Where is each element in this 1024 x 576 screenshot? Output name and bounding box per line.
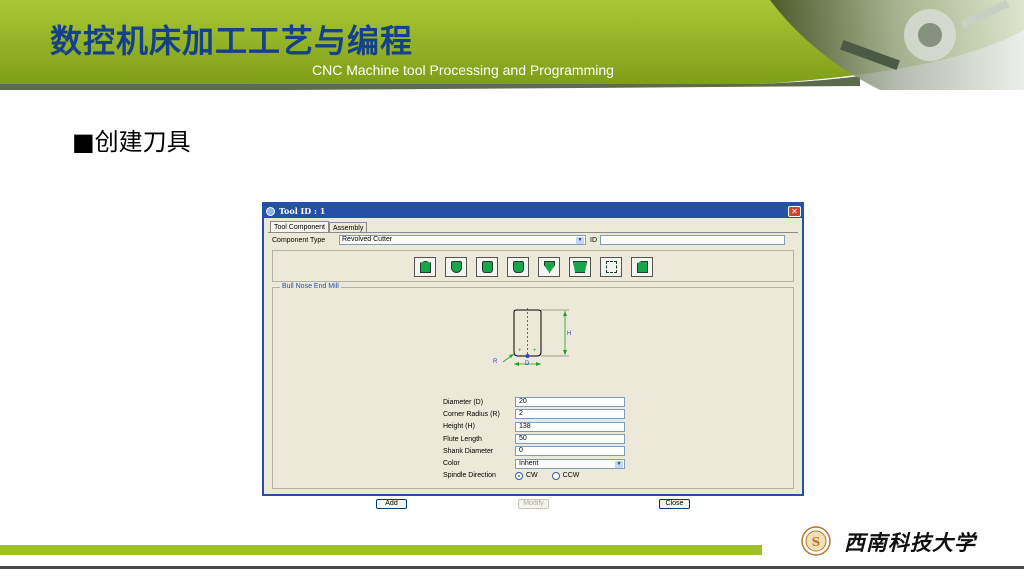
- bull-nose-groupbox: Bull Nose End Mill H D R + + Diameter (D…: [272, 283, 794, 489]
- radio-unselected-icon[interactable]: [551, 471, 560, 480]
- svg-text:+: +: [518, 348, 522, 354]
- tab-divider: [268, 232, 798, 233]
- color-label: Color: [443, 460, 460, 468]
- section-heading: ■创建刀具: [72, 128, 191, 156]
- color-select[interactable]: Inherit ▼: [515, 458, 625, 469]
- height-label: Height (H): [443, 423, 475, 431]
- id-label: ID: [590, 236, 597, 244]
- bull-nose-end-mill-icon[interactable]: [476, 257, 498, 277]
- corner-radius-field[interactable]: 2: [515, 409, 625, 420]
- close-icon[interactable]: ✕: [788, 205, 801, 217]
- spindle-ccw-radio[interactable]: CCW: [551, 471, 580, 480]
- height-dimension-label: H: [567, 331, 571, 337]
- spindle-ccw-label: CCW: [562, 472, 580, 480]
- add-button[interactable]: Add: [376, 499, 407, 509]
- group-title: Bull Nose End Mill: [280, 283, 341, 290]
- parameter-fields: Diameter (D) 20 Corner Radius (R) 2 Heig…: [443, 396, 625, 482]
- height-row: Height (H) 138: [443, 421, 625, 433]
- dovetail-mill-icon[interactable]: [569, 257, 591, 277]
- modify-button[interactable]: Modify: [518, 499, 549, 509]
- taper-end-mill-icon[interactable]: [507, 257, 529, 277]
- drill-icon[interactable]: [600, 257, 622, 277]
- corner-radius-row: Corner Radius (R) 2: [443, 408, 625, 420]
- chamfer-mill-icon[interactable]: [538, 257, 560, 277]
- footer-divider: [0, 566, 1024, 569]
- flat-end-mill-icon[interactable]: [414, 257, 436, 277]
- flute-length-field[interactable]: 50: [515, 434, 625, 445]
- radio-selected-icon[interactable]: [515, 471, 523, 480]
- svg-text:+: +: [533, 348, 537, 354]
- tool-diagram: H D R + +: [493, 308, 571, 367]
- spindle-cw-radio[interactable]: CW: [515, 471, 538, 480]
- color-row: Color Inherit ▼: [443, 457, 625, 469]
- tool-type-toolbar: [272, 250, 794, 282]
- diameter-row: Diameter (D) 20: [443, 396, 625, 408]
- slide-title-english: CNC Machine tool Processing and Programm…: [312, 62, 614, 78]
- shank-diameter-label: Shank Diameter: [443, 447, 494, 455]
- shank-diameter-row: Shank Diameter 0: [443, 445, 625, 457]
- tab-tool-component[interactable]: Tool Component: [270, 221, 329, 232]
- radius-dimension-label: R: [493, 359, 498, 365]
- diameter-field[interactable]: 20: [515, 397, 625, 408]
- tap-icon[interactable]: [631, 257, 653, 277]
- ball-end-mill-icon[interactable]: [445, 257, 467, 277]
- slide-title-chinese: 数控机床加工工艺与编程: [50, 22, 414, 60]
- dialog-client-area: Tool Component Assembly Component Type R…: [264, 218, 802, 509]
- dialog-titlebar[interactable]: Tool ID : 1 ✕: [264, 204, 802, 218]
- svg-text:S: S: [812, 535, 821, 549]
- university-logo-icon: S: [801, 526, 831, 556]
- diameter-dimension-label: D: [525, 361, 530, 367]
- component-type-row: Component Type Revolved Cutter ▼ ID: [272, 235, 785, 245]
- component-type-label: Component Type: [272, 236, 326, 244]
- component-type-value: Revolved Cutter: [342, 236, 393, 243]
- close-button[interactable]: Close: [659, 499, 690, 509]
- shank-diameter-field[interactable]: 0: [515, 446, 625, 457]
- header-banner: 数控机床加工工艺与编程 CNC Machine tool Processing …: [0, 0, 1024, 90]
- spindle-direction-row: Spindle Direction CW CCW: [443, 470, 625, 482]
- spindle-cw-label: CW: [526, 472, 538, 480]
- corner-radius-label: Corner Radius (R): [443, 410, 500, 418]
- diameter-label: Diameter (D): [443, 398, 484, 406]
- tool-dialog-window: Tool ID : 1 ✕ Tool Component Assembly Co…: [262, 202, 804, 509]
- chevron-down-icon[interactable]: ▼: [615, 460, 623, 468]
- footer-green-bar: [0, 545, 762, 555]
- color-value: Inherit: [519, 459, 539, 467]
- spindle-direction-label: Spindle Direction: [443, 472, 496, 480]
- id-input[interactable]: [600, 235, 785, 245]
- university-name: 西南科技大学: [844, 530, 976, 555]
- flute-length-label: Flute Length: [443, 435, 482, 443]
- component-type-select[interactable]: Revolved Cutter ▼: [339, 235, 586, 245]
- app-icon: [266, 206, 275, 216]
- slide: 数控机床加工工艺与编程 CNC Machine tool Processing …: [0, 0, 1024, 576]
- height-field[interactable]: 138: [515, 421, 625, 432]
- flute-length-row: Flute Length 50: [443, 433, 625, 445]
- dialog-title: Tool ID : 1: [279, 206, 326, 216]
- chevron-down-icon[interactable]: ▼: [576, 237, 584, 244]
